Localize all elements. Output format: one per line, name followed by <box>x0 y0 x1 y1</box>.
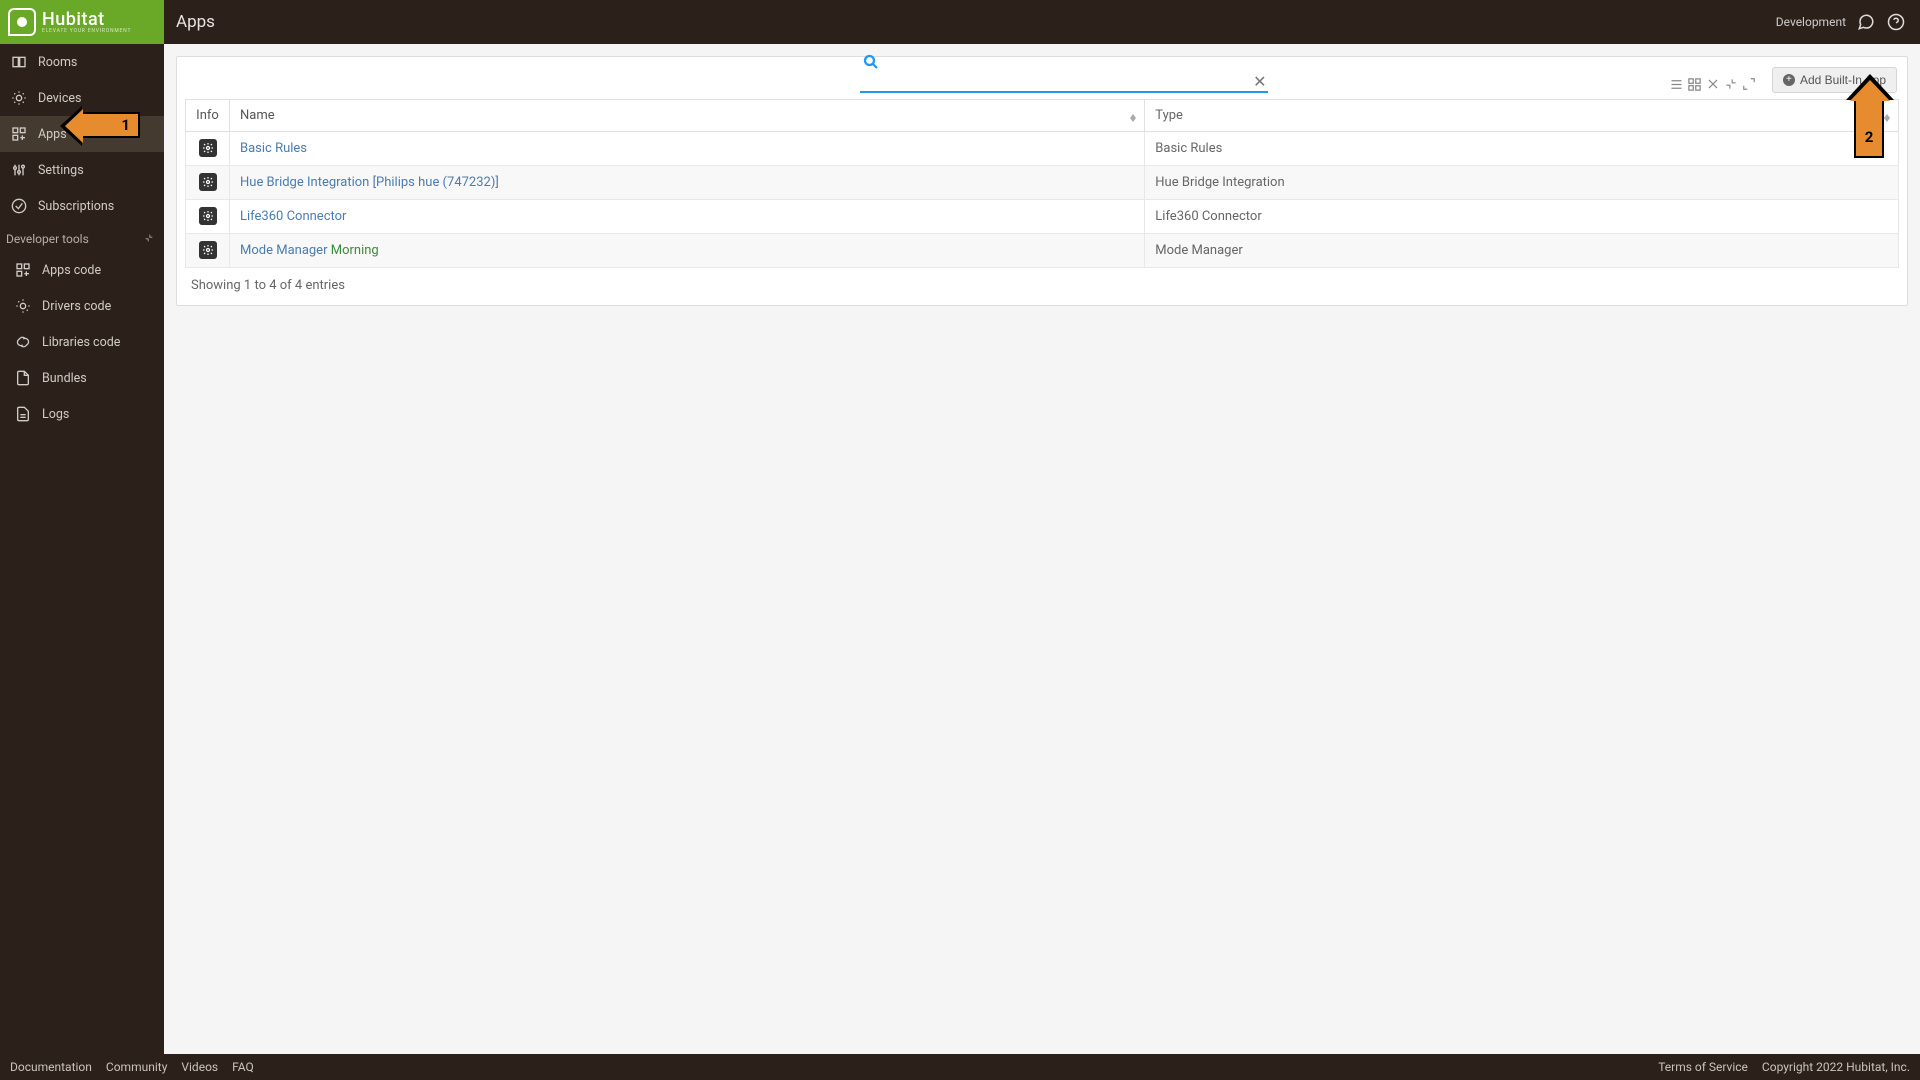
sidebar-item-apps[interactable]: Apps 1 <box>0 116 164 152</box>
footer-link[interactable]: Terms of Service <box>1658 1060 1748 1074</box>
chat-icon[interactable] <box>1856 12 1876 32</box>
column-header-info[interactable]: Info <box>186 100 230 132</box>
app-type-cell: Mode Manager <box>1145 234 1899 268</box>
app-info-icon[interactable] <box>199 207 217 225</box>
sidebar-item-label: Devices <box>38 91 81 106</box>
app-info-icon[interactable] <box>199 139 217 157</box>
brand-name: Hubitat <box>42 11 131 29</box>
footer-link[interactable]: Copyright 2022 Hubitat, Inc. <box>1762 1060 1910 1074</box>
sidebar-item-label: Apps code <box>42 263 101 278</box>
sidebar-item-label: Apps <box>38 127 67 142</box>
expand-all-icon[interactable] <box>1740 75 1758 93</box>
brand-tagline: ELEVATE YOUR ENVIRONMENT <box>42 29 131 34</box>
logo[interactable]: Hubitat ELEVATE YOUR ENVIRONMENT <box>0 0 164 44</box>
app-name-suffix: Morning <box>331 243 379 258</box>
app-type-cell: Basic Rules <box>1145 132 1899 166</box>
table-row: Basic Rules Basic Rules <box>186 132 1899 166</box>
app-name-link[interactable]: Mode Manager <box>240 243 327 258</box>
drivers-code-icon <box>14 297 32 315</box>
help-icon[interactable] <box>1886 12 1906 32</box>
app-type-cell: Hue Bridge Integration <box>1145 166 1899 200</box>
header-bar: Hubitat ELEVATE YOUR ENVIRONMENT Apps De… <box>0 0 1920 44</box>
footer-bar: Documentation Community Videos FAQ Terms of… <box>0 1054 1920 1080</box>
logs-icon <box>14 405 32 423</box>
collapse-all-icon[interactable] <box>1722 75 1740 93</box>
add-built-in-app-button[interactable]: + Add Built-In App <box>1772 67 1897 93</box>
search-input[interactable] <box>860 67 1268 93</box>
annotation-arrow-1: 1 <box>78 112 140 138</box>
search-icon <box>862 53 880 75</box>
sidebar-item-devices[interactable]: Devices <box>0 80 164 116</box>
settings-icon <box>10 161 28 179</box>
apps-code-icon <box>14 261 32 279</box>
list-view-icon[interactable] <box>1668 75 1686 93</box>
sidebar: Rooms Devices Apps 1 Settings Subscripti… <box>0 44 164 1054</box>
sidebar-item-label: Libraries code <box>42 335 120 350</box>
app-name-link[interactable]: Basic Rules <box>240 141 307 156</box>
developer-tools-header[interactable]: Developer tools <box>0 224 164 252</box>
sidebar-item-apps-code[interactable]: Apps code <box>0 252 164 288</box>
footer-link[interactable]: Documentation <box>10 1060 92 1074</box>
close-view-icon[interactable] <box>1704 75 1722 93</box>
table-row: Life360 Connector Life360 Connector <box>186 200 1899 234</box>
table-row: Mode Manager Morning Mode Manager <box>186 234 1899 268</box>
logo-icon <box>8 8 36 36</box>
environment-label: Development <box>1776 15 1846 29</box>
app-type-cell: Life360 Connector <box>1145 200 1899 234</box>
rooms-icon <box>10 53 28 71</box>
subscriptions-icon <box>10 197 28 215</box>
app-info-icon[interactable] <box>199 241 217 259</box>
main-content: ✕ + Add Built-In App <box>164 44 1920 1054</box>
sidebar-item-rooms[interactable]: Rooms <box>0 44 164 80</box>
app-name-link[interactable]: Life360 Connector <box>240 209 346 224</box>
table-row: Hue Bridge Integration [Philips hue (747… <box>186 166 1899 200</box>
footer-link[interactable]: FAQ <box>232 1060 254 1074</box>
search-box: ✕ <box>860 67 1268 93</box>
sidebar-item-libraries-code[interactable]: Libraries code <box>0 324 164 360</box>
app-name-link[interactable]: Hue Bridge Integration [Philips hue (747… <box>240 175 499 190</box>
libraries-code-icon <box>14 333 32 351</box>
sidebar-item-subscriptions[interactable]: Subscriptions <box>0 188 164 224</box>
page-title: Apps <box>164 12 215 32</box>
apps-table: Info Name Type Basic Rules Basic Rules H… <box>185 99 1899 268</box>
add-button-label: Add Built-In App <box>1800 73 1886 87</box>
sidebar-item-logs[interactable]: Logs <box>0 396 164 432</box>
grid-view-icon[interactable] <box>1686 75 1704 93</box>
devices-icon <box>10 89 28 107</box>
collapse-icon <box>144 232 154 246</box>
column-header-name[interactable]: Name <box>230 100 1145 132</box>
sidebar-item-drivers-code[interactable]: Drivers code <box>0 288 164 324</box>
footer-link[interactable]: Videos <box>181 1060 218 1074</box>
sidebar-item-label: Drivers code <box>42 299 111 314</box>
sidebar-item-label: Rooms <box>38 55 77 70</box>
table-footer: Showing 1 to 4 of 4 entries <box>185 268 1899 297</box>
sidebar-item-label: Logs <box>42 407 69 422</box>
apps-icon <box>10 125 28 143</box>
sidebar-item-label: Subscriptions <box>38 199 114 214</box>
footer-link[interactable]: Community <box>106 1060 167 1074</box>
column-header-type[interactable]: Type <box>1145 100 1899 132</box>
plus-icon: + <box>1783 74 1795 86</box>
app-info-icon[interactable] <box>199 173 217 191</box>
sidebar-item-bundles[interactable]: Bundles <box>0 360 164 396</box>
sidebar-item-label: Bundles <box>42 371 87 386</box>
bundles-icon <box>14 369 32 387</box>
sidebar-item-label: Settings <box>38 163 84 178</box>
clear-search-icon[interactable]: ✕ <box>1253 72 1266 91</box>
sidebar-item-settings[interactable]: Settings <box>0 152 164 188</box>
toolbar: ✕ + Add Built-In App <box>185 63 1899 99</box>
developer-tools-label: Developer tools <box>6 232 89 246</box>
